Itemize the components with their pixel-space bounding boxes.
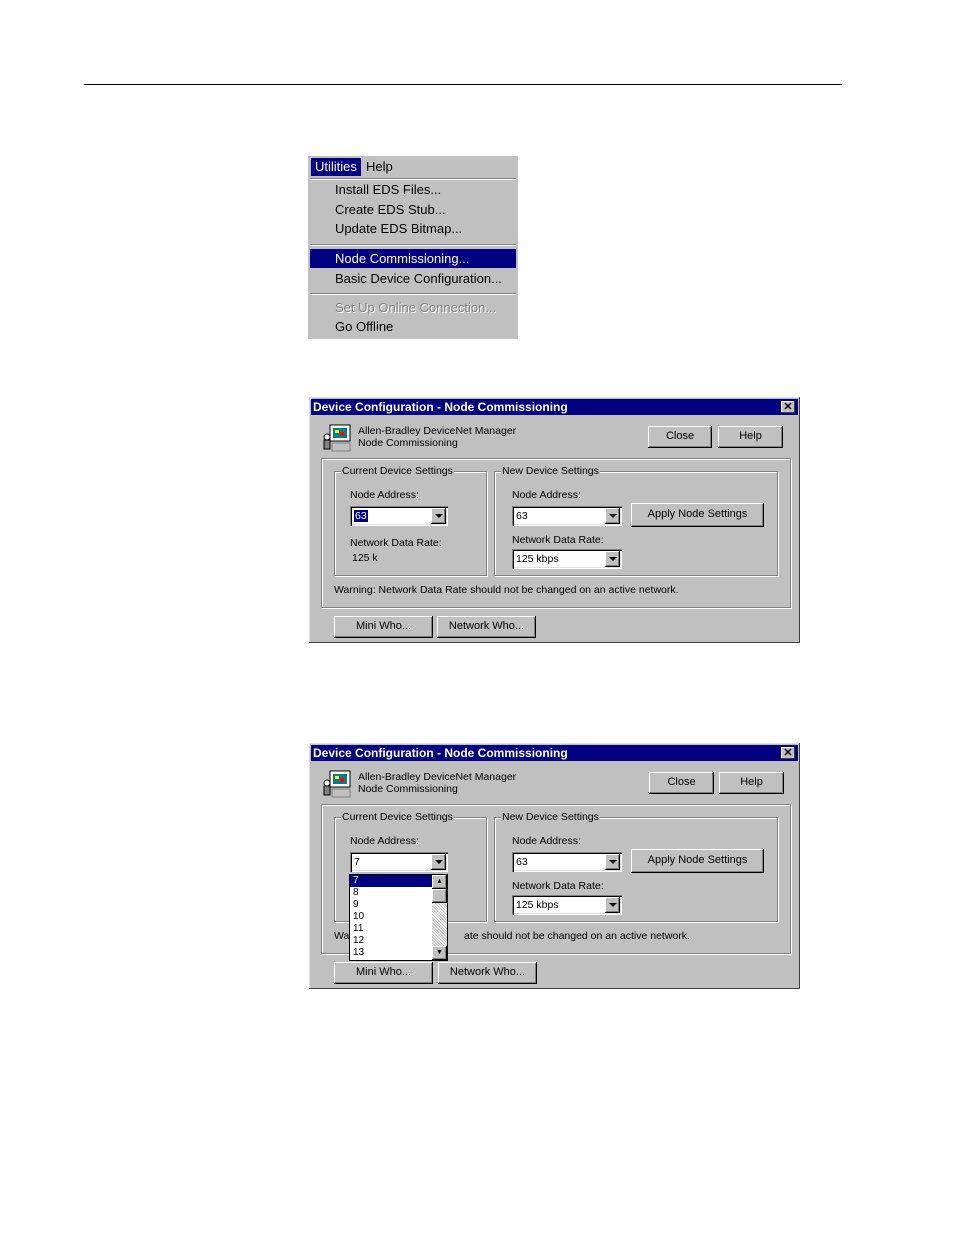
menu-item-update-eds-bitmap[interactable]: Update EDS Bitmap... [310,219,516,238]
node-address-label: Node Address: [512,835,581,847]
menu-bar: Utilities Help [308,156,518,178]
network-data-rate-label: Network Data Rate: [512,880,604,892]
menu-separator [310,293,516,295]
dialog-title: Device Configuration - Node Commissionin… [313,746,568,760]
help-button[interactable]: Help [719,772,784,794]
close-button[interactable]: Close [649,772,714,794]
new-node-address-combo[interactable]: 63 [512,506,622,526]
node-commissioning-dialog: Device Configuration - Node Commissionin… [309,397,800,643]
combo-value: 125 kbps [516,899,559,911]
chevron-down-icon[interactable] [431,508,446,524]
dropdown-option[interactable]: 10 [350,911,432,923]
scroll-up-icon[interactable]: ▲ [432,875,447,889]
chevron-down-icon[interactable] [605,854,620,870]
dialog-title: Device Configuration - Node Commissionin… [313,400,568,414]
apply-node-settings-button[interactable]: Apply Node Settings [631,503,764,527]
node-address-label: Node Address: [350,835,419,847]
group-label: Current Device Settings [341,465,454,477]
menu-item-basic-device-config[interactable]: Basic Device Configuration... [310,269,516,288]
network-data-rate-value: 125 k [352,552,378,564]
menu-item-go-offline[interactable]: Go Offline [310,317,516,336]
app-subtitle: Node Commissioning [358,783,458,795]
app-info: Allen-Bradley DeviceNet Manager Node Com… [358,771,516,795]
devicenet-app-icon [323,770,351,798]
menu-help[interactable]: Help [362,158,397,176]
dropdown-option[interactable]: 8 [350,887,432,899]
chevron-down-icon[interactable] [605,551,620,567]
close-icon[interactable]: ✕ [781,747,795,759]
warning-text-prefix: Wa [334,930,350,942]
app-subtitle: Node Commissioning [358,437,458,449]
apply-node-settings-button[interactable]: Apply Node Settings [631,849,764,873]
dropdown-option[interactable]: 11 [350,923,432,935]
new-device-settings-group: New Device Settings Node Address: 63 App… [494,811,778,922]
warning-text-suffix: ate should not be changed on an active n… [464,930,690,942]
combo-value: 63 [516,856,528,868]
dropdown-option[interactable]: 13 [350,947,432,959]
network-data-rate-label: Network Data Rate: [350,537,442,549]
menu-utilities[interactable]: Utilities [311,158,361,176]
combo-value: 63 [354,510,368,522]
network-data-rate-combo[interactable]: 125 kbps [512,895,622,915]
app-name: Allen-Bradley DeviceNet Manager [358,771,517,783]
node-address-label: Node Address: [512,489,581,501]
network-who-button[interactable]: Network Who... [438,962,537,984]
combo-value: 63 [516,510,528,522]
warning-text: Warning: Network Data Rate should not be… [334,584,679,596]
app-name: Allen-Bradley DeviceNet Manager [358,425,517,437]
settings-panel: Current Device Settings Node Address: 63… [321,458,791,608]
chevron-down-icon[interactable] [431,854,446,870]
chevron-down-icon[interactable] [605,508,620,524]
menu-item-create-eds-stub[interactable]: Create EDS Stub... [310,200,516,219]
menu-item-set-up-online: Set Up Online Connection... [335,300,497,315]
chevron-down-icon[interactable] [605,897,620,913]
combo-value: 125 kbps [516,553,559,565]
group-label: Current Device Settings [341,811,454,823]
menu-item-install-eds[interactable]: Install EDS Files... [310,180,516,199]
dialog-title-bar: Device Configuration - Node Commissionin… [311,745,798,761]
app-info: Allen-Bradley DeviceNet Manager Node Com… [358,425,516,449]
node-commissioning-dialog-dropdown: Device Configuration - Node Commissionin… [309,743,800,989]
current-device-settings-group: Current Device Settings Node Address: 63… [334,465,487,576]
page-header-rule [84,84,842,85]
menu-separator [310,244,516,246]
close-button[interactable]: Close [648,426,712,448]
utilities-menu: Utilities Help Install EDS Files... Crea… [308,156,518,339]
scrollbar-thumb[interactable] [432,889,447,903]
dropdown-option[interactable]: 7 [350,875,432,887]
dropdown-scrollbar[interactable]: ▲ ▼ [432,875,447,960]
network-data-rate-label: Network Data Rate: [512,534,604,546]
node-address-label: Node Address: [350,489,419,501]
current-node-address-combo[interactable]: 63 [350,506,448,526]
network-who-button[interactable]: Network Who... [437,616,536,638]
mini-who-button[interactable]: Mini Who... [334,616,433,638]
new-device-settings-group: New Device Settings Node Address: 63 App… [494,465,778,576]
close-icon[interactable]: ✕ [781,401,795,413]
node-address-dropdown-list[interactable]: 7 8 9 10 11 12 13 ▲ ▼ [349,874,448,961]
network-data-rate-combo[interactable]: 125 kbps [512,549,622,569]
mini-who-button[interactable]: Mini Who... [334,962,433,984]
group-label: New Device Settings [501,811,600,823]
scroll-down-icon[interactable]: ▼ [432,946,447,960]
menu-item-node-commissioning[interactable]: Node Commissioning... [310,249,516,268]
group-label: New Device Settings [501,465,600,477]
new-node-address-combo[interactable]: 63 [512,852,622,872]
dropdown-option[interactable]: 12 [350,935,432,947]
combo-value: 7 [354,856,360,868]
help-button[interactable]: Help [718,426,783,448]
dialog-title-bar: Device Configuration - Node Commissionin… [311,399,798,415]
current-node-address-combo[interactable]: 7 [350,852,448,872]
devicenet-app-icon [323,424,351,452]
dropdown-option[interactable]: 9 [350,899,432,911]
